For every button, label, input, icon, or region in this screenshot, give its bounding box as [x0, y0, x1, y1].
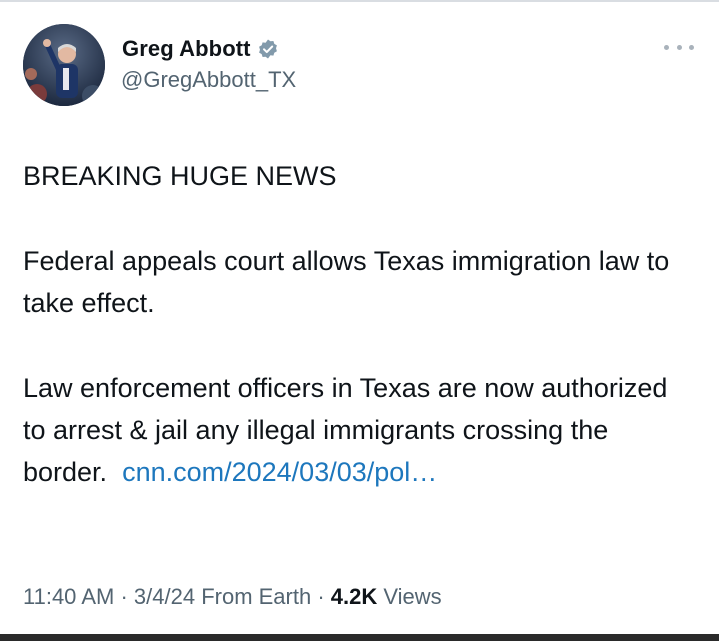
author-handle[interactable]: @GregAbbott_TX: [121, 67, 296, 93]
more-dot: [676, 44, 682, 50]
more-dot: [664, 44, 669, 50]
meta-separator: ·: [114, 584, 134, 609]
author-name-row: Greg Abbott: [122, 35, 279, 63]
tweet-text: BREAKING HUGE NEWS Federal appeals court…: [23, 155, 703, 493]
more-dot: [689, 44, 694, 50]
views-count[interactable]: 4.2K: [331, 584, 377, 609]
avatar[interactable]: [23, 24, 105, 106]
profile-photo-icon: [23, 24, 105, 106]
meta-separator: ·: [311, 584, 331, 609]
verified-badge-icon: [257, 38, 279, 60]
more-dots-icon[interactable]: [664, 39, 694, 55]
tweet-paragraph-2: Federal appeals court allows Texas immig…: [23, 246, 670, 318]
post-date[interactable]: 3/4/24: [134, 584, 195, 609]
post-source: From Earth: [201, 584, 312, 609]
tweet-card: Greg Abbott @GregAbbott_TX BREAKING HUGE…: [0, 0, 719, 634]
tweet-meta: 11:40 AM · 3/4/24 From Earth · 4.2K View…: [23, 584, 442, 610]
post-time[interactable]: 11:40 AM: [23, 584, 114, 609]
tweet-paragraph-3: Law enforcement officers in Texas are no…: [23, 367, 693, 493]
top-divider: [0, 0, 719, 2]
author-display-name[interactable]: Greg Abbott: [122, 36, 251, 62]
article-link[interactable]: cnn.com/2024/03/03/pol…: [122, 457, 437, 487]
tweet-line-headline: BREAKING HUGE NEWS: [23, 161, 337, 191]
views-label: Views: [383, 584, 442, 609]
